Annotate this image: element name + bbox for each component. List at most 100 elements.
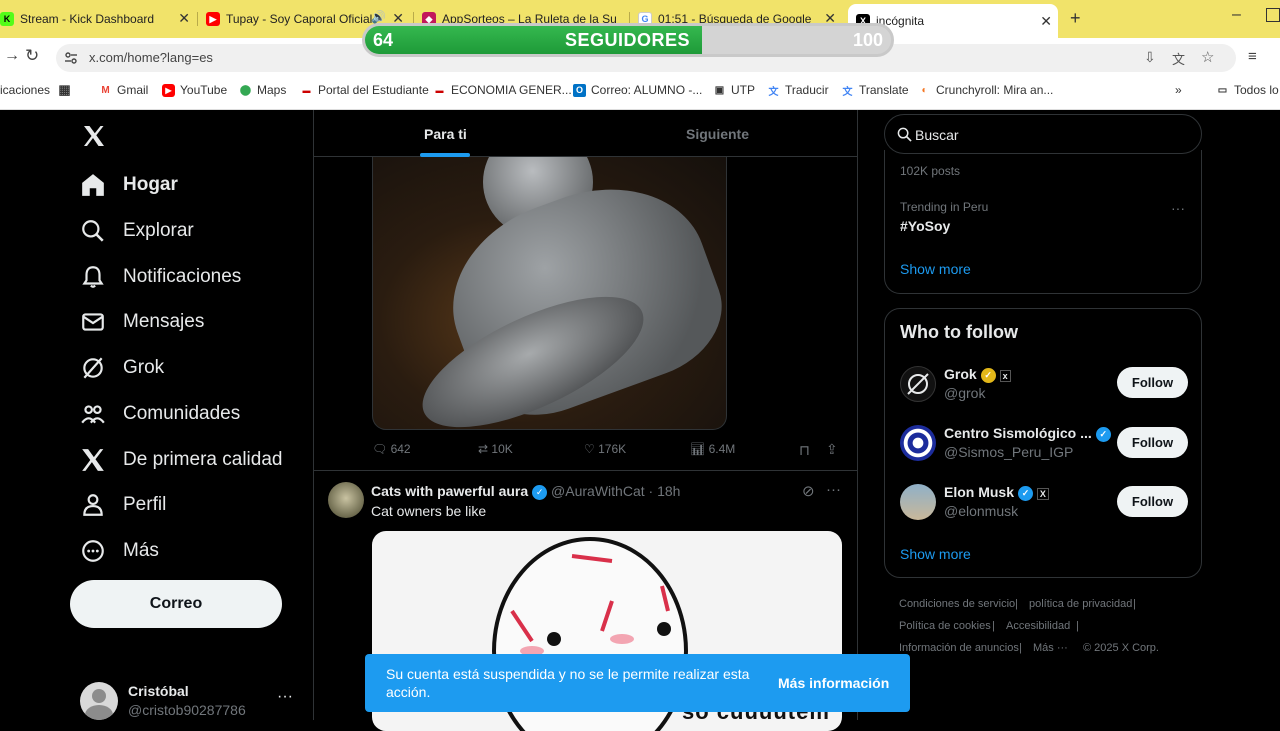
maximize-icon[interactable] [1266, 8, 1280, 22]
bookmark-portal[interactable]: ▬ Portal del Estudiante [300, 83, 429, 97]
nav-item-premium[interactable]: De primera calidad [80, 445, 282, 475]
follow-button[interactable]: Follow [1117, 486, 1188, 517]
reading-list-icon[interactable]: ≡ [1248, 48, 1257, 65]
utp-icon: ▣ [714, 84, 725, 96]
post-actions: 🗨︎ 642 ⇄ 10K ♡ 176K 📊︎ 6.4M ⊓ ⇪ [372, 441, 842, 462]
affiliate-badge-icon: x [999, 370, 1011, 382]
grok-icon[interactable]: ⊘ [802, 482, 815, 500]
site-settings-icon[interactable] [64, 51, 78, 65]
account-switcher[interactable]: Cristóbal @cristob90287786 ··· [80, 680, 310, 724]
footer-cookies-link[interactable]: Política de cookies [899, 620, 991, 632]
bookmark-gmail[interactable]: M Gmail [99, 83, 148, 97]
reload-icon[interactable]: ↻ [25, 46, 39, 66]
close-icon[interactable]: ✕ [178, 10, 190, 27]
bookmark-star-icon[interactable]: ☆ [1201, 48, 1214, 66]
share-icon[interactable]: ⇪ [826, 441, 838, 458]
close-icon[interactable]: ✕ [1040, 13, 1052, 30]
reply-button[interactable]: 🗨︎ 642 [372, 442, 411, 456]
avatar [900, 484, 936, 520]
maps-pin-icon: ⬤ [239, 84, 252, 96]
minimize-icon[interactable]: – [1232, 6, 1241, 24]
kick-icon: K [0, 12, 14, 26]
account-handle: @cristob90287786 [128, 702, 246, 718]
bookmark-youtube[interactable]: ▶ YouTube [162, 83, 227, 97]
bookmark-folder-all[interactable]: ▭ Todos lo [1216, 83, 1279, 97]
nav-item-communities[interactable]: Comunidades [80, 399, 240, 429]
avatar [80, 682, 118, 720]
person-icon [83, 494, 103, 516]
new-tab-icon[interactable]: + [1070, 8, 1081, 29]
nav-item-grok[interactable]: Grok [80, 353, 164, 383]
nav-item-profile[interactable]: Perfil [80, 490, 166, 520]
bookmark-item[interactable]: icaciones [0, 83, 50, 97]
tab-for-you[interactable]: Para ti [314, 110, 585, 157]
views-button[interactable]: 📊︎ 6.4M [690, 442, 735, 456]
show-more-link[interactable]: Show more [900, 261, 971, 277]
bookmark-crunchyroll[interactable]: ◐ Crunchyroll: Mira an... [918, 83, 1053, 97]
follow-button[interactable]: Follow [1117, 367, 1188, 398]
bookmark-utp[interactable]: ▣ UTP [713, 83, 755, 97]
apps-grid-icon[interactable]: ▦ [58, 82, 76, 97]
more-dots-icon[interactable]: ··· [277, 688, 293, 706]
x-logo-icon[interactable] [82, 124, 106, 148]
bookmark-maps[interactable]: ⬤ Maps [239, 83, 286, 97]
bookmark-icon[interactable]: ⊓ [799, 442, 810, 459]
post-header: Cats with pawerful aura ✓ @AuraWithCat · … [371, 483, 680, 500]
tab-kick[interactable]: K Stream - Kick Dashboard ✕ [0, 6, 196, 32]
post-media-image[interactable] [372, 157, 727, 430]
who-to-follow-card: Who to follow Grok ✓ x @grok Follow Centr… [884, 308, 1202, 578]
translate-icon[interactable]: 文 [1172, 49, 1185, 68]
trend-topic[interactable]: #YoSoy [900, 218, 950, 234]
search-input[interactable]: Buscar [884, 114, 1202, 154]
nav-item-home[interactable]: Hogar [80, 170, 178, 200]
view-count: 6.4M [708, 442, 736, 456]
repost-button[interactable]: ⇄ 10K [478, 442, 513, 456]
nav-item-messages[interactable]: Mensajes [80, 307, 204, 337]
affiliate-badge-icon: X [1036, 488, 1049, 500]
author-handle[interactable]: @AuraWithCat [551, 483, 645, 499]
bookmark-economia[interactable]: ▬ ECONOMIA GENER... [433, 83, 572, 97]
bookmark-traducir[interactable]: 文 Traducir [767, 83, 829, 98]
speaker-icon[interactable]: 🔊 [371, 10, 386, 24]
trend-context: Trending in Peru [900, 200, 989, 214]
footer-accessibility-link[interactable]: Accesibilidad [1006, 620, 1070, 632]
nav-item-more[interactable]: Más [80, 536, 159, 566]
bookmark-correo[interactable]: O Correo: ALUMNO -... [573, 83, 702, 97]
nav-label: Explorar [123, 220, 194, 241]
show-more-link[interactable]: Show more [900, 546, 971, 562]
column-divider [857, 110, 858, 720]
post-button[interactable]: Correo [70, 580, 282, 628]
bookmark-label: Correo: ALUMNO -... [591, 83, 703, 97]
footer-ads-link[interactable]: Información de anuncios [899, 642, 1019, 654]
nav-item-notifications[interactable]: Notificaciones [80, 262, 241, 292]
bookmark-translate[interactable]: 文 Translate [841, 83, 909, 98]
forward-icon[interactable]: → [4, 47, 20, 65]
like-button[interactable]: ♡ 176K [584, 442, 626, 456]
nav-item-explore[interactable]: Explorar [80, 216, 194, 246]
nav-label: Grok [123, 357, 165, 378]
footer-separator: | [1076, 620, 1079, 632]
footer-terms-link[interactable]: Condiciones de servicio [899, 598, 1015, 610]
author-name[interactable]: Cats with pawerful aura [371, 483, 528, 499]
suspension-toast: Su cuenta está suspendida y no se le per… [365, 654, 910, 712]
search-placeholder: Buscar [915, 127, 959, 143]
outlook-icon: O [573, 83, 586, 97]
nav-label: Mensajes [123, 311, 205, 332]
install-app-icon[interactable]: ⇩ [1144, 49, 1156, 66]
avatar[interactable] [328, 482, 364, 518]
footer-more-link[interactable]: Más ··· [1033, 642, 1068, 654]
nav-label: Más [123, 540, 159, 561]
more-bookmarks-icon[interactable]: » [1175, 83, 1182, 97]
nav-label: Comunidades [123, 403, 241, 424]
tab-following[interactable]: Siguiente [586, 110, 857, 157]
post-time[interactable]: · 18h [649, 483, 681, 499]
nav-label: Notificaciones [123, 266, 242, 287]
more-dots-icon[interactable]: ··· [1171, 200, 1185, 216]
more-dots-icon[interactable]: ··· [826, 481, 841, 498]
who-to-follow-title: Who to follow [900, 322, 1018, 342]
followers-label: SEGUIDORES [565, 30, 691, 50]
follow-button[interactable]: Follow [1117, 427, 1188, 458]
footer-privacy-link[interactable]: política de privacidad [1029, 598, 1132, 610]
more-info-link[interactable]: Más información [778, 675, 889, 691]
bell-icon [82, 266, 104, 288]
